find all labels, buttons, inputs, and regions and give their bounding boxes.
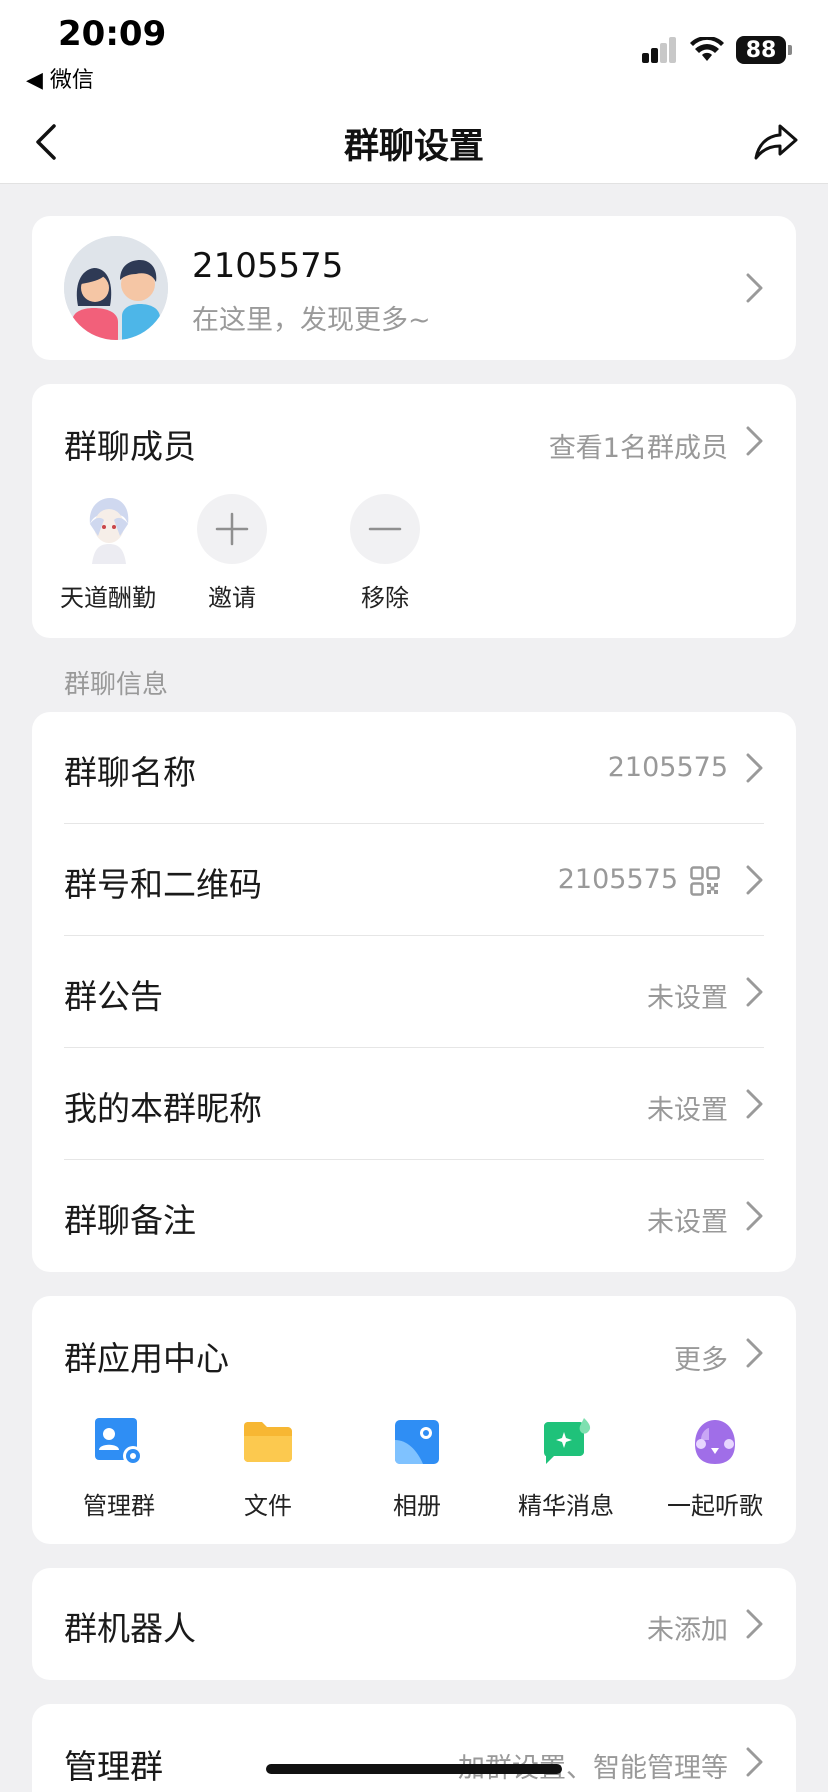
member-item[interactable]: 天道酬勤 bbox=[48, 494, 168, 613]
folder-icon bbox=[244, 1422, 292, 1462]
chevron-right-icon bbox=[746, 753, 763, 783]
group-name-row[interactable]: 群聊名称 2105575 bbox=[32, 712, 796, 824]
member-avatar bbox=[73, 494, 143, 564]
app-label: 文件 bbox=[244, 1492, 292, 1520]
row-title: 我的本群昵称 bbox=[64, 1089, 262, 1128]
group-app-center-card: 群应用中心 更多 管理群 文件 相册 精华消息 一起听歌 bbox=[32, 1296, 796, 1544]
app-label: 相册 bbox=[393, 1492, 441, 1520]
navigation-bar: 群聊设置 bbox=[0, 100, 828, 184]
row-title: 群号和二维码 bbox=[64, 865, 262, 904]
group-avatar bbox=[64, 236, 168, 340]
group-bots-row[interactable]: 群机器人 未添加 bbox=[32, 1568, 796, 1680]
chevron-right-icon bbox=[746, 1089, 763, 1119]
chevron-right-icon bbox=[746, 273, 763, 303]
row-title: 群公告 bbox=[64, 977, 163, 1016]
chevron-right-icon[interactable] bbox=[744, 1336, 766, 1370]
app-manage-group[interactable]: 管理群 bbox=[54, 1414, 184, 1521]
invite-member-button[interactable]: 邀请 bbox=[172, 494, 292, 613]
row-value: 2105575 bbox=[557, 864, 678, 895]
battery-tip bbox=[788, 45, 792, 55]
highlight-message-icon bbox=[544, 1418, 591, 1464]
app-listen-together[interactable]: 一起听歌 bbox=[650, 1414, 780, 1521]
plus-circle bbox=[197, 494, 267, 564]
status-time: 20:09 bbox=[58, 14, 167, 54]
home-indicator[interactable] bbox=[266, 1764, 562, 1774]
share-icon[interactable] bbox=[752, 118, 800, 166]
row-title: 群聊名称 bbox=[64, 753, 196, 792]
chevron-right-icon bbox=[746, 977, 763, 1007]
chevron-right-icon bbox=[746, 1609, 763, 1639]
listen-together-icon bbox=[695, 1420, 735, 1464]
anime-avatar-icon bbox=[89, 498, 129, 564]
bots-title: 群机器人 bbox=[64, 1609, 196, 1648]
cellular-signal-icon bbox=[642, 37, 676, 63]
invite-label: 邀请 bbox=[208, 584, 256, 612]
admin-gear-icon bbox=[95, 1418, 143, 1466]
group-announcement-row[interactable]: 群公告 未设置 bbox=[32, 936, 796, 1048]
section-label-group-info: 群聊信息 bbox=[64, 670, 169, 700]
group-info-card: 群聊名称 2105575 群号和二维码 2105575 群公告 未设置 我的本群… bbox=[32, 712, 796, 1272]
admin-title: 管理群 bbox=[64, 1747, 163, 1786]
app-center-title: 群应用中心 bbox=[64, 1339, 229, 1378]
minus-icon bbox=[368, 527, 402, 531]
group-members-card: 群聊成员 查看1名群成员 天道酬勤 邀请 移除 bbox=[32, 384, 796, 638]
remove-member-button[interactable]: 移除 bbox=[325, 494, 445, 613]
group-remark-row[interactable]: 群聊备注 未设置 bbox=[32, 1160, 796, 1272]
minus-circle bbox=[350, 494, 420, 564]
app-files[interactable]: 文件 bbox=[203, 1414, 333, 1521]
wifi-icon bbox=[690, 37, 724, 61]
group-profile-card[interactable]: 2105575 在这里，发现更多~ bbox=[32, 216, 796, 360]
qr-code-icon bbox=[690, 866, 720, 896]
row-value: 未设置 bbox=[647, 1095, 728, 1126]
page-title: 群聊设置 bbox=[343, 127, 484, 167]
group-number-qr-row[interactable]: 群号和二维码 2105575 bbox=[32, 824, 796, 936]
my-group-nickname-row[interactable]: 我的本群昵称 未设置 bbox=[32, 1048, 796, 1160]
app-label: 精华消息 bbox=[518, 1492, 614, 1520]
app-label: 一起听歌 bbox=[667, 1492, 763, 1520]
group-name: 2105575 bbox=[192, 246, 344, 286]
chevron-right-icon bbox=[746, 865, 763, 895]
member-name: 天道酬勤 bbox=[60, 584, 156, 612]
view-all-members-link[interactable]: 查看1名群成员 bbox=[549, 426, 728, 465]
chevron-right-icon bbox=[746, 1747, 763, 1777]
bots-value: 未添加 bbox=[647, 1615, 728, 1646]
back-to-app-link[interactable]: ◀ 微信 bbox=[26, 62, 94, 94]
photo-album-icon bbox=[395, 1420, 439, 1464]
manage-group-row[interactable]: 管理群 加群设置、智能管理等 bbox=[32, 1704, 796, 1792]
remove-label: 移除 bbox=[361, 584, 409, 612]
row-value: 未设置 bbox=[647, 1207, 728, 1238]
battery-indicator: 88 bbox=[736, 36, 786, 64]
row-value: 未设置 bbox=[647, 983, 728, 1014]
app-highlight-messages[interactable]: 精华消息 bbox=[501, 1414, 631, 1521]
chevron-right-icon bbox=[746, 1201, 763, 1231]
app-center-more-link[interactable]: 更多 bbox=[674, 1338, 728, 1377]
plus-icon bbox=[215, 512, 249, 546]
row-title: 群聊备注 bbox=[64, 1201, 196, 1240]
chevron-right-icon[interactable] bbox=[744, 424, 766, 458]
group-subtitle: 在这里，发现更多~ bbox=[192, 305, 431, 336]
row-value: 2105575 bbox=[607, 752, 728, 783]
couple-avatar-icon bbox=[64, 236, 168, 340]
app-album[interactable]: 相册 bbox=[352, 1414, 482, 1521]
members-title: 群聊成员 bbox=[64, 427, 196, 466]
app-label: 管理群 bbox=[83, 1492, 155, 1520]
status-bar: 20:09 ◀ 微信 88 bbox=[0, 0, 828, 100]
status-icons: 88 bbox=[642, 30, 792, 70]
